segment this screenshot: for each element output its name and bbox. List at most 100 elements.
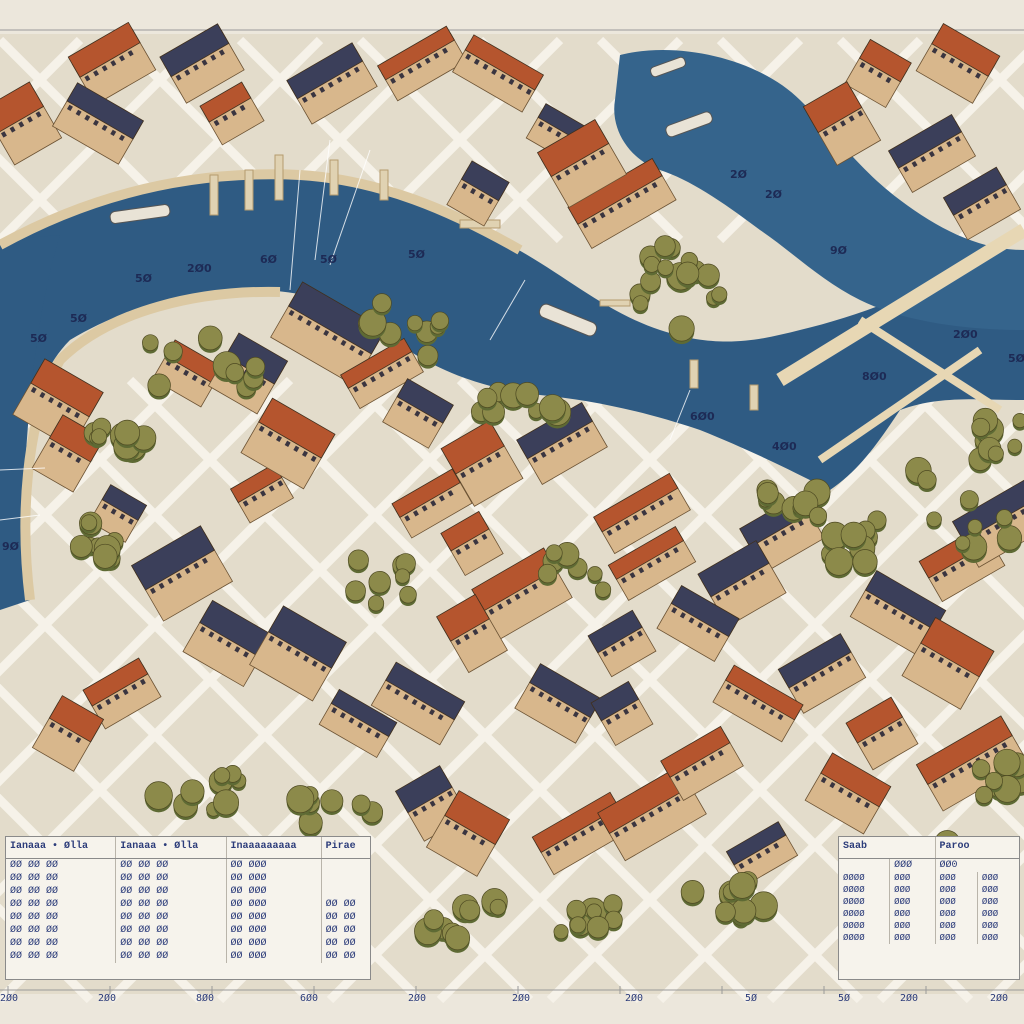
column-header: Saab <box>839 837 936 859</box>
tree <box>368 570 391 594</box>
tree <box>654 235 676 257</box>
legend-table-right: Saab Paroo ØØØ ØØ0 ØØØØ ØØØ ØØØ ØØØ ØØØØ ØØØ Ø… <box>838 836 1020 980</box>
water-label: 6Ø <box>260 253 278 266</box>
tree <box>553 924 569 940</box>
table-row: ØØØØ ØØØ ØØØ ØØØ <box>839 908 1019 920</box>
table-cell: ØØ ØØ <box>325 899 356 910</box>
table-cell: ØØ ØØ <box>325 951 356 962</box>
table-cell: ØØ ØØØ <box>226 911 322 924</box>
table-cell: ØØ ØØ <box>325 938 356 949</box>
table-cell: ØØØ <box>889 908 936 920</box>
table-cell: ØØØ <box>889 920 936 932</box>
tree <box>180 779 205 804</box>
tree <box>406 315 423 332</box>
water-label: 5Ø <box>30 332 48 345</box>
table-cell: ØØØ <box>935 896 978 908</box>
table-cell: ØØ ØØ ØØ <box>6 858 117 872</box>
table-cell: ØØØ <box>889 872 936 884</box>
column-header: Inaaaaaaaaa <box>226 837 322 859</box>
table-row: ØØØØ ØØØ ØØØ ØØØ <box>839 884 1019 896</box>
table-cell: ØØ ØØ ØØ <box>6 950 117 963</box>
pier <box>209 174 219 216</box>
tree <box>537 563 558 584</box>
water-label: 4Ø0 <box>772 440 797 453</box>
table-row: ØØ ØØ ØØ ØØ ØØ ØØ ØØ ØØØ ØØ ØØ <box>6 924 370 937</box>
pier <box>599 299 631 307</box>
table-cell: ØØØ <box>935 920 978 932</box>
pier <box>749 384 759 411</box>
scale-label: 2Ø0 <box>408 993 427 1004</box>
table-header-row: Saab Paroo <box>839 837 1019 859</box>
table-cell: ØØ ØØØ <box>226 898 322 911</box>
tree <box>840 521 867 548</box>
tree <box>394 568 411 584</box>
tree <box>985 771 1003 790</box>
tree <box>996 509 1013 527</box>
table-cell: ØØ ØØØ <box>226 924 322 937</box>
table-row: ØØØØ ØØØ ØØØ ØØØ <box>839 896 1019 908</box>
tree <box>955 535 971 551</box>
tree <box>92 543 118 569</box>
tree <box>696 263 720 287</box>
tree <box>680 880 705 904</box>
table-cell: ØØ ØØ ØØ <box>115 950 227 963</box>
table-cell: ØØ ØØ ØØ <box>115 898 227 911</box>
tree <box>163 341 183 361</box>
tree <box>213 789 240 816</box>
table-cell: ØØ ØØØ <box>226 872 322 885</box>
table-cell: ØØØ <box>889 858 936 872</box>
table-cell: ØØØ <box>981 909 999 919</box>
tree <box>142 334 159 351</box>
table-row: ØØ ØØ ØØ ØØ ØØ ØØ ØØ ØØØ <box>6 885 370 898</box>
tree <box>459 899 481 921</box>
table-cell: ØØ ØØ ØØ <box>115 911 227 924</box>
tree <box>809 506 828 525</box>
table-cell: ØØØØ <box>839 884 891 896</box>
tree <box>586 915 610 939</box>
pier <box>244 169 254 211</box>
tree <box>643 256 660 273</box>
table-cell: ØØ ØØØ <box>226 950 322 963</box>
water-label: 5Ø <box>320 253 338 266</box>
table-subrow: ØØØ ØØ0 <box>839 858 1019 872</box>
table-cell: ØØ ØØ ØØ <box>6 898 117 911</box>
tree <box>1012 413 1024 429</box>
water-label: 5Ø <box>1008 352 1024 365</box>
scale-label: 6Ø0 <box>300 993 319 1004</box>
tree <box>347 549 369 571</box>
tree <box>345 580 366 602</box>
tree <box>566 899 587 920</box>
table-cell: ØØ ØØ <box>325 925 356 936</box>
table-cell: ØØØØ <box>839 872 891 884</box>
tree <box>917 470 937 490</box>
water-label: 9Ø <box>830 244 848 257</box>
tree <box>80 514 98 531</box>
tree <box>993 748 1021 776</box>
tree <box>756 482 779 504</box>
tree <box>1007 438 1023 454</box>
table-cell: ØØØ <box>935 908 978 920</box>
table-row: ØØ ØØ ØØ ØØ ØØ ØØ ØØ ØØØ ØØ ØØ <box>6 911 370 924</box>
table-cell: ØØØ <box>889 932 936 944</box>
tree <box>971 417 991 437</box>
table-cell: ØØØØ <box>839 908 891 920</box>
tree <box>286 785 315 814</box>
tree <box>489 898 507 916</box>
table-cell: ØØØØ <box>839 920 891 932</box>
tree <box>539 394 566 422</box>
legend-table-left-grid: Ianaaa • Ølla Ianaaa • Ølla Inaaaaaaaaa … <box>6 837 370 963</box>
water-label: 2Ø0 <box>187 262 212 275</box>
water-label: 5Ø <box>135 272 153 285</box>
column-header: Pirae <box>321 837 370 859</box>
water-label: 5Ø <box>70 312 88 325</box>
table-cell: ØØ ØØ ØØ <box>115 885 227 898</box>
tree <box>197 325 223 351</box>
water-label: 2Ø <box>730 168 748 181</box>
column-header: Paroo <box>935 837 1019 859</box>
water-label: 9Ø <box>2 540 20 553</box>
water-label: 2Ø <box>765 188 783 201</box>
table-cell: ØØ ØØ ØØ <box>115 858 227 872</box>
table-cell: ØØØ <box>935 872 978 884</box>
tree <box>926 511 942 528</box>
table-cell: ØØØ <box>889 896 936 908</box>
